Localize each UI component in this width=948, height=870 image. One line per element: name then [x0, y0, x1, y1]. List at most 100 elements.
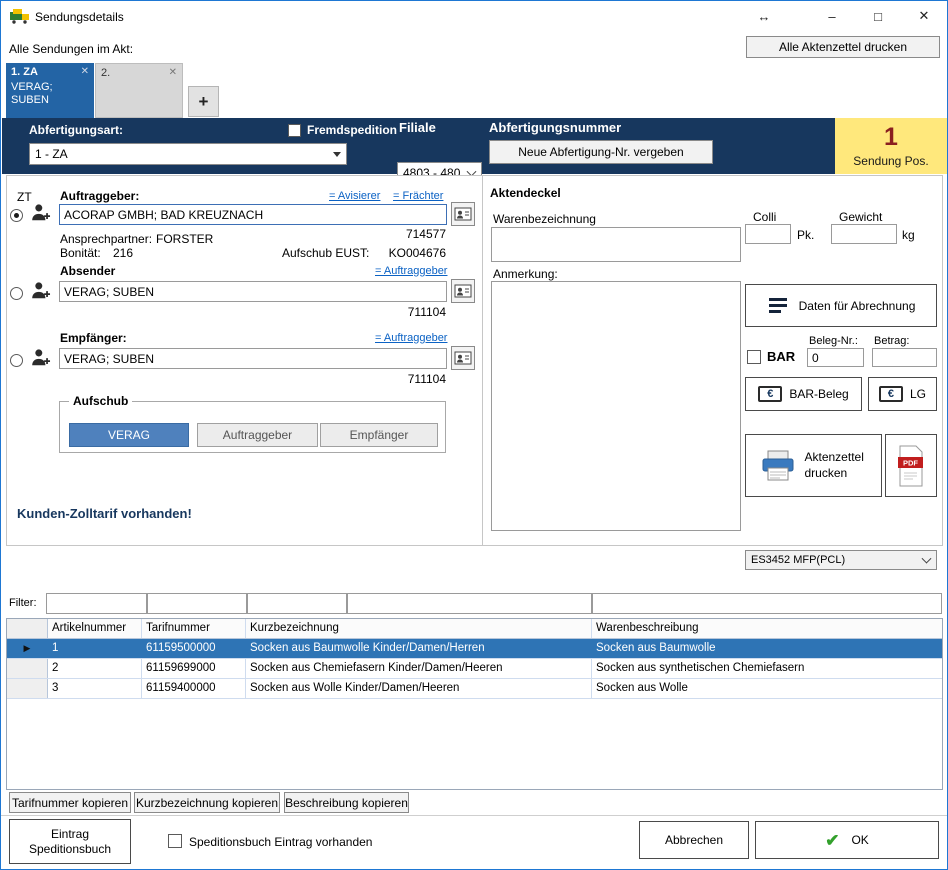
cell-artikelnummer: 3	[48, 679, 142, 698]
anmerkung-textarea[interactable]	[491, 281, 741, 531]
row-selector-header	[7, 619, 48, 638]
auftraggeber-radio[interactable]	[10, 209, 23, 222]
tab-shipment-2[interactable]: 2. ✕	[95, 63, 183, 118]
close-button[interactable]: ✕	[901, 1, 947, 31]
auftraggeber-input[interactable]	[59, 204, 447, 225]
empfaenger-input[interactable]	[59, 348, 447, 369]
absender-input[interactable]	[59, 281, 447, 302]
warenbezeichnung-input[interactable]	[491, 227, 741, 262]
aufschub-auftraggeber-button[interactable]: Auftraggeber	[197, 423, 318, 447]
column-header-kurzbezeichnung[interactable]: Kurzbezeichnung	[246, 619, 592, 638]
lg-label: LG	[910, 387, 926, 401]
auftraggeber-contact-button[interactable]	[451, 202, 475, 226]
bar-checkbox[interactable]	[747, 350, 761, 364]
fremdspedition-checkbox[interactable]	[288, 124, 301, 137]
maximize-button[interactable]: □	[855, 1, 901, 31]
checkmark-icon: ✔	[825, 832, 839, 849]
absender-contact-button[interactable]	[451, 279, 475, 303]
absender-auftraggeber-link[interactable]: = Auftraggeber	[375, 265, 447, 277]
abbrechen-button[interactable]: Abbrechen	[639, 821, 749, 859]
table-row[interactable]: ▶ 1 61159500000 Socken aus Baumwolle Kin…	[7, 639, 942, 659]
tab1-close-icon[interactable]: ✕	[81, 66, 89, 77]
cell-kurzbezeichnung: Socken aus Chemiefasern Kinder/Damen/Hee…	[246, 659, 592, 678]
add-person-icon[interactable]	[30, 201, 52, 226]
fraechter-link[interactable]: = Frächter	[393, 190, 443, 202]
betrag-input[interactable]	[872, 348, 937, 367]
filter-input-4[interactable]	[347, 593, 592, 614]
daten-abrechnung-label: Daten für Abrechnung	[799, 299, 916, 313]
filter-input-5[interactable]	[592, 593, 942, 614]
euro-note-icon: €	[758, 386, 782, 402]
bar-beleg-label: BAR-Beleg	[789, 387, 848, 401]
eintrag-label-line1: Eintrag	[51, 827, 89, 842]
copy-tarifnummer-button[interactable]: Tarifnummer kopieren	[9, 792, 131, 813]
ok-button[interactable]: ✔ OK	[755, 821, 939, 859]
copy-beschreibung-button[interactable]: Beschreibung kopieren	[284, 792, 409, 813]
absender-number: 711104	[346, 305, 446, 319]
filter-input-3[interactable]	[247, 593, 347, 614]
neue-abfertigungsnummer-button[interactable]: Neue Abfertigung-Nr. vergeben	[489, 140, 713, 164]
cell-warenbeschreibung: Socken aus synthetischen Chemiefasern	[592, 659, 942, 678]
printer-icon	[759, 449, 797, 483]
print-all-aktenzettel-button[interactable]: Alle Aktenzettel drucken	[746, 36, 940, 58]
printer-select[interactable]: ES3452 MFP(PCL)	[745, 550, 937, 570]
avisierer-link[interactable]: = Avisierer	[329, 190, 380, 202]
pk-label: Pk.	[797, 228, 814, 242]
selected-row-marker-icon: ▶	[24, 643, 31, 654]
sendung-pos-value: 1	[884, 125, 898, 150]
add-shipment-tab-button[interactable]: +	[188, 86, 219, 117]
aufschub-empfaenger-button[interactable]: Empfänger	[320, 423, 438, 447]
pdf-button[interactable]: PDF	[885, 434, 937, 497]
tab2-close-icon[interactable]: ✕	[169, 67, 177, 78]
filter-input-2[interactable]	[147, 593, 247, 614]
absender-radio[interactable]	[10, 287, 23, 300]
minimize-button[interactable]: –	[809, 1, 855, 31]
tab-shipment-1[interactable]: 1. ZA ✕ VERAG; SUBEN	[6, 63, 94, 118]
bar-beleg-button[interactable]: € BAR-Beleg	[745, 377, 862, 411]
row-selector-cell: ▶	[7, 639, 48, 658]
table-row[interactable]: 2 61159699000 Socken aus Chemiefasern Ki…	[7, 659, 942, 679]
abfertigungsart-select[interactable]: 1 - ZA	[29, 143, 347, 165]
euro-note-icon: €	[879, 386, 903, 402]
row-selector-cell	[7, 659, 48, 678]
empfaenger-auftraggeber-link[interactable]: = Auftraggeber	[375, 332, 447, 344]
column-header-tarifnummer[interactable]: Tarifnummer	[142, 619, 246, 638]
window-title: Sendungsdetails	[35, 10, 124, 24]
copy-kurzbezeichnung-button[interactable]: Kurzbezeichnung kopieren	[134, 792, 280, 813]
footer-divider	[1, 815, 948, 816]
beleg-nr-label: Beleg-Nr.:	[809, 335, 858, 347]
svg-text:PDF: PDF	[903, 458, 918, 467]
table-row[interactable]: 3 61159400000 Socken aus Wolle Kinder/Da…	[7, 679, 942, 699]
chevron-down-icon	[922, 554, 932, 564]
cell-tarifnummer: 61159400000	[142, 679, 246, 698]
list-icon	[767, 295, 789, 317]
add-person-icon[interactable]	[30, 279, 52, 304]
beleg-nr-input[interactable]	[807, 348, 864, 367]
column-header-warenbeschreibung[interactable]: Warenbeschreibung	[592, 619, 942, 638]
sendung-pos-label: Sendung Pos.	[853, 154, 928, 168]
cell-warenbeschreibung: Socken aus Baumwolle	[592, 639, 942, 658]
lg-button[interactable]: € LG	[868, 377, 937, 411]
eintrag-speditionsbuch-button[interactable]: Eintrag Speditionsbuch	[9, 819, 131, 864]
contact-card-icon	[454, 283, 472, 299]
column-header-artikelnummer[interactable]: Artikelnummer	[48, 619, 142, 638]
gewicht-label: Gewicht	[839, 210, 882, 224]
aufschub-eust-value: KO004676	[366, 246, 446, 260]
aktenzettel-drucken-button[interactable]: Aktenzettel drucken	[745, 434, 882, 497]
speditionsbuch-checkbox[interactable]	[168, 834, 182, 848]
daten-abrechnung-button[interactable]: Daten für Abrechnung	[745, 284, 937, 327]
akt-label: Alle Sendungen im Akt:	[9, 42, 133, 56]
aufschub-verag-button[interactable]: VERAG	[69, 423, 189, 447]
cell-tarifnummer: 61159699000	[142, 659, 246, 678]
empfaenger-contact-button[interactable]	[451, 346, 475, 370]
empfaenger-radio[interactable]	[10, 354, 23, 367]
resize-window-icon[interactable]: ↔	[749, 1, 779, 31]
filter-input-1[interactable]	[46, 593, 147, 614]
cell-kurzbezeichnung: Socken aus Wolle Kinder/Damen/Heeren	[246, 679, 592, 698]
pdf-icon: PDF	[896, 445, 926, 487]
add-person-icon[interactable]	[30, 346, 52, 371]
colli-input[interactable]	[745, 224, 791, 244]
ansprechpartner-label: Ansprechpartner:	[60, 232, 152, 246]
gewicht-input[interactable]	[831, 224, 897, 244]
tab1-subtitle: VERAG; SUBEN	[11, 81, 73, 107]
